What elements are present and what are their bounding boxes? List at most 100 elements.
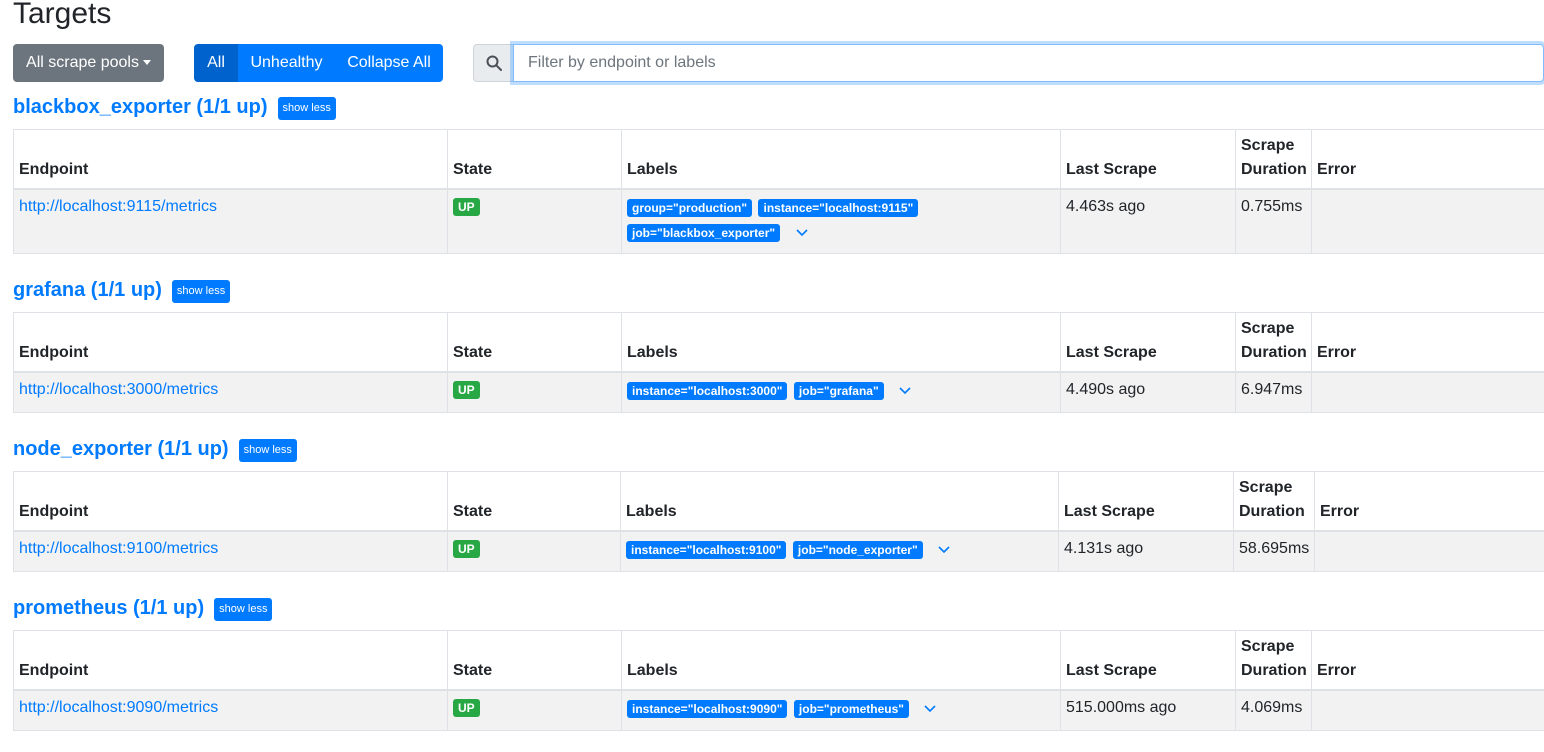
last-scrape-cell: 4.490s ago xyxy=(1060,371,1236,413)
endpoint-link[interactable]: http://localhost:9090/metrics xyxy=(19,699,218,716)
column-header-labels: Labels xyxy=(621,630,1061,691)
last-scrape-cell: 4.131s ago xyxy=(1058,530,1234,572)
column-header-state: State xyxy=(447,471,621,532)
last-scrape-cell: 4.463s ago xyxy=(1060,188,1236,254)
chevron-down-icon[interactable] xyxy=(795,228,809,238)
scrape-pool-section: grafana (1/1 up) show less Endpoint State La… xyxy=(13,277,1544,413)
show-less-button[interactable]: show less xyxy=(214,598,273,621)
endpoint-cell: http://localhost:9100/metrics xyxy=(13,530,448,572)
label-badge: instance="localhost:9100" xyxy=(626,541,787,559)
scrape-pool-header: blackbox_exporter (1/1 up) show less xyxy=(13,94,1544,120)
scrape-pool-header: prometheus (1/1 up) show less xyxy=(13,595,1544,621)
label-badge: job="prometheus" xyxy=(793,700,909,718)
collapse-all-button[interactable]: Collapse All xyxy=(335,44,443,82)
endpoint-link[interactable]: http://localhost:9115/metrics xyxy=(19,198,217,215)
show-less-button[interactable]: show less xyxy=(277,97,336,120)
column-header-endpoint: Endpoint xyxy=(13,630,448,691)
column-header-scrape-duration: Scrape Duration xyxy=(1235,129,1312,190)
show-less-button[interactable]: show less xyxy=(238,439,297,462)
column-header-labels: Labels xyxy=(621,129,1061,190)
filter-all-button[interactable]: All xyxy=(194,44,238,82)
labels-cell: instance="localhost:9090" job="prometheu… xyxy=(621,689,1061,731)
column-header-scrape-duration: Scrape Duration xyxy=(1235,630,1312,691)
endpoint-link[interactable]: http://localhost:9100/metrics xyxy=(19,540,218,557)
column-header-endpoint: Endpoint xyxy=(13,471,448,532)
label-badge: instance="localhost:9090" xyxy=(627,700,788,718)
column-header-error: Error xyxy=(1311,129,1544,190)
targets-table: Endpoint State Labels Last Scrape Scrape Dur… xyxy=(13,129,1544,254)
table-header-row: Endpoint State Labels Last Scrape Scrape Dur… xyxy=(13,312,1544,373)
chevron-down-icon[interactable] xyxy=(923,704,937,714)
state-cell: UP xyxy=(447,188,622,254)
scrape-pools-dropdown[interactable]: All scrape pools xyxy=(13,44,164,82)
column-header-last-scrape: Last Scrape xyxy=(1060,129,1236,190)
search-addon xyxy=(473,44,514,82)
labels-cell: instance="localhost:3000" job="grafana" xyxy=(621,371,1061,413)
targets-table: Endpoint State Labels Last Scrape Scrape Dur… xyxy=(13,630,1544,731)
column-header-last-scrape: Last Scrape xyxy=(1058,471,1234,532)
status-badge: UP xyxy=(453,198,480,216)
column-header-error: Error xyxy=(1311,630,1544,691)
scrape-pool-section: blackbox_exporter (1/1 up) show less Endpo… xyxy=(13,94,1544,254)
column-header-state: State xyxy=(447,129,622,190)
column-header-error: Error xyxy=(1311,312,1544,373)
scrape-pools-label: All scrape pools xyxy=(26,54,139,71)
table-header-row: Endpoint State Labels Last Scrape Scrape Dur… xyxy=(13,129,1544,190)
chevron-down-icon[interactable] xyxy=(898,386,912,396)
endpoint-cell: http://localhost:3000/metrics xyxy=(13,371,448,413)
scrape-pool-title[interactable]: prometheus (1/1 up) xyxy=(13,597,204,619)
targets-page: Targets All scrape pools All Unhealthy C… xyxy=(0,0,1544,752)
table-header-row: Endpoint State Labels Last Scrape Scrape Dur… xyxy=(13,471,1544,532)
scrape-duration-cell: 58.695ms xyxy=(1233,530,1315,572)
filter-unhealthy-button[interactable]: Unhealthy xyxy=(238,44,335,82)
error-cell xyxy=(1314,530,1544,572)
toolbar: All scrape pools All Unhealthy Collapse … xyxy=(13,44,1544,82)
endpoint-cell: http://localhost:9115/metrics xyxy=(13,188,448,254)
table-header-row: Endpoint State Labels Last Scrape Scrape Dur… xyxy=(13,630,1544,691)
label-badge: instance="localhost:3000" xyxy=(627,382,788,400)
column-header-state: State xyxy=(447,630,622,691)
label-badge: group="production" xyxy=(627,199,753,217)
status-badge: UP xyxy=(453,540,480,558)
scrape-pool-header: node_exporter (1/1 up) show less xyxy=(13,436,1544,462)
error-cell xyxy=(1311,371,1544,413)
labels-cell: group="production" instance="localhost:9… xyxy=(621,188,1061,254)
scrape-pool-title[interactable]: node_exporter (1/1 up) xyxy=(13,438,229,460)
last-scrape-cell: 515.000ms ago xyxy=(1060,689,1236,731)
scrape-pool-title[interactable]: grafana (1/1 up) xyxy=(13,279,162,301)
table-row: http://localhost:9100/metrics UP instance=… xyxy=(13,530,1544,572)
column-header-error: Error xyxy=(1314,471,1544,532)
show-less-button[interactable]: show less xyxy=(171,280,231,303)
targets-table: Endpoint State Labels Last Scrape Scrape Dur… xyxy=(13,471,1544,572)
labels-cell: instance="localhost:9100" job="node_expo… xyxy=(620,530,1059,572)
scrape-pool-section: node_exporter (1/1 up) show less Endpoint S… xyxy=(13,436,1544,572)
endpoint-link[interactable]: http://localhost:3000/metrics xyxy=(19,381,218,398)
scrape-duration-cell: 4.069ms xyxy=(1235,689,1312,731)
column-header-scrape-duration: Scrape Duration xyxy=(1233,471,1315,532)
column-header-endpoint: Endpoint xyxy=(13,129,448,190)
label-badge: instance="localhost:9115" xyxy=(758,199,919,217)
column-header-labels: Labels xyxy=(620,471,1059,532)
state-cell: UP xyxy=(447,689,622,731)
table-row: http://localhost:3000/metrics UP instance=… xyxy=(13,371,1544,413)
scrape-pool-title[interactable]: blackbox_exporter (1/1 up) xyxy=(13,96,268,118)
error-cell xyxy=(1311,689,1544,731)
search-input[interactable] xyxy=(513,44,1544,82)
label-badge: job="grafana" xyxy=(793,382,884,400)
error-cell xyxy=(1311,188,1544,254)
scrape-pool-header: grafana (1/1 up) show less xyxy=(13,277,1544,303)
search-icon xyxy=(486,55,502,71)
column-header-last-scrape: Last Scrape xyxy=(1060,312,1236,373)
targets-table: Endpoint State Labels Last Scrape Scrape Dur… xyxy=(13,312,1544,413)
column-header-scrape-duration: Scrape Duration xyxy=(1235,312,1312,373)
status-badge: UP xyxy=(453,381,480,399)
table-row: http://localhost:9115/metrics UP group="pr… xyxy=(13,188,1544,254)
column-header-last-scrape: Last Scrape xyxy=(1060,630,1236,691)
caret-down-icon xyxy=(142,60,151,66)
scrape-duration-cell: 6.947ms xyxy=(1235,371,1312,413)
chevron-down-icon[interactable] xyxy=(937,545,951,555)
endpoint-cell: http://localhost:9090/metrics xyxy=(13,689,448,731)
state-cell: UP xyxy=(447,530,621,572)
column-header-labels: Labels xyxy=(621,312,1061,373)
state-cell: UP xyxy=(447,371,622,413)
